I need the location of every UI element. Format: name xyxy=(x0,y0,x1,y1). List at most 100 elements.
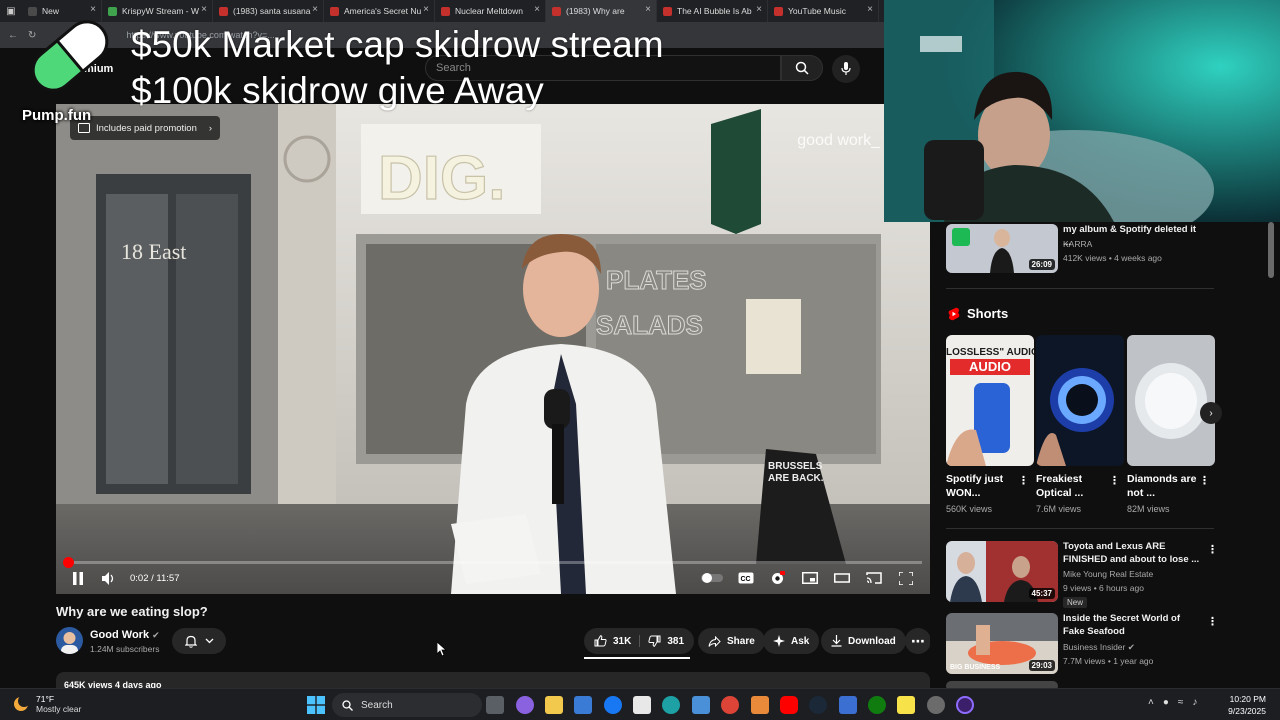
notification-bell-button[interactable] xyxy=(172,628,226,654)
bell-icon xyxy=(184,635,197,648)
settings-app-icon[interactable] xyxy=(927,696,945,714)
back-icon[interactable]: ← xyxy=(8,30,18,41)
video-title-1[interactable]: Toyota and Lexus ARE FINISHED and about … xyxy=(1063,541,1203,566)
channel-name-text: Good Work xyxy=(90,629,150,641)
short-thumbnail-1[interactable]: "LOSSLESS" AUDIO AUDIO xyxy=(946,335,1034,466)
clock[interactable]: 10:20 PM 9/23/2025 xyxy=(1228,693,1266,717)
pause-button[interactable] xyxy=(72,572,84,585)
more-actions-button[interactable]: ⋯ xyxy=(905,628,931,654)
top-video-thumbnail[interactable]: 26:09 xyxy=(946,224,1058,273)
amazon-icon[interactable] xyxy=(633,696,651,714)
browser-tab[interactable]: The AI Bubble Is Ab × xyxy=(657,0,768,22)
theater-button[interactable] xyxy=(834,572,850,584)
youtube-icon[interactable] xyxy=(780,696,798,714)
tab-close-icon[interactable]: × xyxy=(867,4,873,15)
video-menu-icon[interactable]: ⋮ xyxy=(1207,545,1218,556)
video-thumbnail-2[interactable]: BIG BUSINESS 29:03 xyxy=(946,613,1058,674)
chevron-up-icon[interactable]: ˄ xyxy=(1148,697,1154,708)
fullscreen-icon xyxy=(899,572,913,585)
like-ratio-bar xyxy=(584,657,690,659)
notes-icon[interactable] xyxy=(897,696,915,714)
video-thumbnail-1[interactable]: 45:37 xyxy=(946,541,1058,602)
video-menu-icon[interactable]: ⋮ xyxy=(1207,617,1218,628)
dislike-button[interactable]: 381 xyxy=(640,635,684,647)
short-title-3[interactable]: Diamonds are not ... xyxy=(1127,472,1197,500)
share-button[interactable]: Share xyxy=(698,628,765,654)
like-button[interactable]: 31K xyxy=(594,635,641,647)
task-view-icon[interactable] xyxy=(486,696,504,714)
fullscreen-button[interactable] xyxy=(899,572,913,585)
weather-widget[interactable]: 71°F Mostly clear xyxy=(12,694,81,714)
shorts-next-button[interactable]: › xyxy=(1200,402,1222,424)
captions-icon: CC xyxy=(738,572,754,584)
settings-button[interactable] xyxy=(770,571,785,586)
voice-search-button[interactable] xyxy=(832,55,860,83)
tab-close-icon[interactable]: × xyxy=(312,4,318,15)
search-button[interactable] xyxy=(781,55,823,81)
top-video-channel[interactable]: KARRA xyxy=(1063,238,1092,250)
calculator-icon[interactable] xyxy=(692,696,710,714)
gear-icon xyxy=(772,571,785,584)
tab-close-icon[interactable]: × xyxy=(423,4,429,15)
store-icon[interactable] xyxy=(574,696,592,714)
browser-tab[interactable]: (1983) santa susana × xyxy=(213,0,324,22)
channel-avatar[interactable] xyxy=(56,627,83,654)
file-explorer-icon[interactable] xyxy=(545,696,563,714)
promo-icon xyxy=(78,123,90,133)
browser-tab[interactable]: Nuclear Meltdown × xyxy=(435,0,546,22)
app-icon[interactable] xyxy=(839,696,857,714)
tab-close-icon[interactable]: × xyxy=(201,4,207,15)
browser-tab[interactable]: America's Secret Nu × xyxy=(324,0,435,22)
captions-button[interactable]: CC xyxy=(738,572,754,584)
steam-icon[interactable] xyxy=(809,696,827,714)
obs-icon[interactable] xyxy=(956,696,974,714)
xbox-icon[interactable] xyxy=(868,696,886,714)
sidebar-scrollbar[interactable] xyxy=(1268,222,1274,278)
video-thumbnail-3[interactable] xyxy=(946,681,1058,688)
tab-close-icon[interactable]: × xyxy=(534,4,540,15)
channel-name[interactable]: Good Work ✔ xyxy=(90,629,160,641)
windows-taskbar: 71°F Mostly clear Search ˄ ● ≈ ♪ 10:20 P… xyxy=(0,688,1280,720)
cast-button[interactable] xyxy=(866,572,882,584)
miniplayer-icon xyxy=(802,572,818,584)
chrome-icon[interactable] xyxy=(721,696,739,714)
browser-tab[interactable]: (1983) Why are × xyxy=(546,0,657,22)
share-label: Share xyxy=(727,635,755,647)
short-title-2[interactable]: Freakiest Optical ... xyxy=(1036,472,1106,500)
more-horizontal-icon: ⋯ xyxy=(911,633,925,649)
tab-favicon-icon xyxy=(663,6,672,16)
short-menu-icon[interactable]: ⋮ xyxy=(1109,476,1120,487)
building-number: 18 East xyxy=(121,239,186,264)
short-thumbnail-3[interactable] xyxy=(1127,335,1215,466)
mute-button[interactable] xyxy=(102,572,115,585)
paid-promotion-chip[interactable]: Includes paid promotion › xyxy=(70,116,221,140)
download-button[interactable]: Download xyxy=(821,628,906,654)
facebook-icon[interactable] xyxy=(604,696,622,714)
miniplayer-button[interactable] xyxy=(802,572,818,584)
start-button[interactable] xyxy=(307,696,325,714)
speaker-icon[interactable]: ♪ xyxy=(1192,697,1197,708)
video-player[interactable]: 18 East DIG. PLATES SALADS BRUSSELS ARE … xyxy=(56,104,930,594)
like-count: 31K xyxy=(613,635,632,647)
tab-close-icon[interactable]: × xyxy=(645,4,651,15)
chevron-right-icon: › xyxy=(1209,407,1213,419)
short-thumbnail-2[interactable] xyxy=(1036,335,1124,466)
ask-button[interactable]: Ask xyxy=(763,628,820,654)
tab-close-icon[interactable]: × xyxy=(756,4,762,15)
taskbar-search[interactable]: Search xyxy=(332,693,482,717)
tab-menu-icon[interactable]: ▣ xyxy=(0,0,22,22)
video-channel-1[interactable]: Mike Young Real Estate xyxy=(1063,568,1153,580)
autoplay-toggle[interactable] xyxy=(701,573,723,583)
search-icon xyxy=(795,61,809,75)
browser-tab[interactable]: YouTube Music × xyxy=(768,0,879,22)
video-channel-2[interactable]: Business Insider ✔ xyxy=(1063,641,1135,653)
wifi-icon[interactable]: ≈ xyxy=(1178,697,1184,708)
vlc-icon[interactable] xyxy=(751,696,769,714)
mic-tray-icon[interactable]: ● xyxy=(1163,697,1169,708)
edge-icon[interactable] xyxy=(662,696,680,714)
video-title-2[interactable]: Inside the Secret World of Fake Seafood xyxy=(1063,613,1203,638)
short-menu-icon[interactable]: ⋮ xyxy=(1199,476,1210,487)
short-menu-icon[interactable]: ⋮ xyxy=(1018,476,1029,487)
short-title-1[interactable]: Spotify just WON... xyxy=(946,472,1016,500)
copilot-icon[interactable] xyxy=(516,696,534,714)
